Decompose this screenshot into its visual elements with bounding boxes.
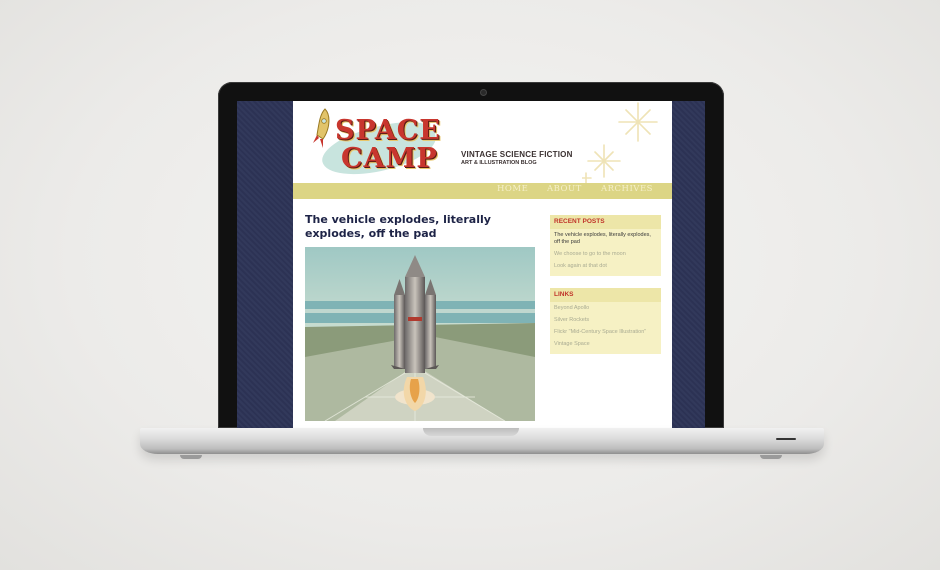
nav-home[interactable]: HOME bbox=[497, 184, 528, 194]
rocket-logo-icon bbox=[313, 108, 330, 148]
external-link[interactable]: Silver Rockets bbox=[550, 314, 661, 326]
recent-post-link[interactable]: Look again at that dot bbox=[550, 260, 661, 276]
recent-post-link[interactable]: We choose to go to the moon bbox=[550, 248, 661, 260]
nav-archives[interactable]: ARCHIVES bbox=[601, 184, 653, 194]
sleep-indicator-icon bbox=[776, 438, 796, 440]
recent-post-link[interactable]: The vehicle explodes, literally explodes… bbox=[550, 229, 661, 248]
laptop-screen: SPACE CAMP VINTAGE SCIENCE FICTION ART &… bbox=[237, 101, 705, 428]
external-link[interactable]: Vintage Space bbox=[550, 338, 661, 354]
camera-icon bbox=[480, 89, 487, 96]
links-heading: LINKS bbox=[550, 288, 661, 302]
recent-posts-widget: RECENT POSTS The vehicle explodes, liter… bbox=[550, 215, 661, 276]
site-header: SPACE CAMP VINTAGE SCIENCE FICTION ART &… bbox=[293, 101, 672, 185]
laptop-foot bbox=[760, 455, 782, 459]
starburst-decoration-icon bbox=[582, 102, 658, 183]
recent-posts-heading: RECENT POSTS bbox=[550, 215, 661, 229]
links-widget: LINKS Beyond Apollo Silver Rockets Flick… bbox=[550, 288, 661, 354]
tagline-sub: ART & ILLUSTRATION BLOG bbox=[461, 160, 537, 166]
main-nav: HOME ABOUT ARCHIVES bbox=[293, 183, 672, 199]
rocket-launch-illustration bbox=[305, 247, 535, 421]
tagline-main: VINTAGE SCIENCE FICTION bbox=[461, 150, 573, 159]
nav-about[interactable]: ABOUT bbox=[547, 184, 582, 194]
logo-text-space[interactable]: SPACE bbox=[335, 117, 441, 144]
logo-text-camp[interactable]: CAMP bbox=[341, 145, 438, 172]
external-link[interactable]: Flickr "Mid-Century Space Illustration" bbox=[550, 326, 661, 338]
laptop-foot bbox=[180, 455, 202, 459]
laptop-base-notch bbox=[423, 428, 519, 436]
post-title[interactable]: The vehicle explodes, literally explodes… bbox=[305, 213, 515, 241]
external-link[interactable]: Beyond Apollo bbox=[550, 302, 661, 314]
website-page: SPACE CAMP VINTAGE SCIENCE FICTION ART &… bbox=[293, 101, 672, 428]
